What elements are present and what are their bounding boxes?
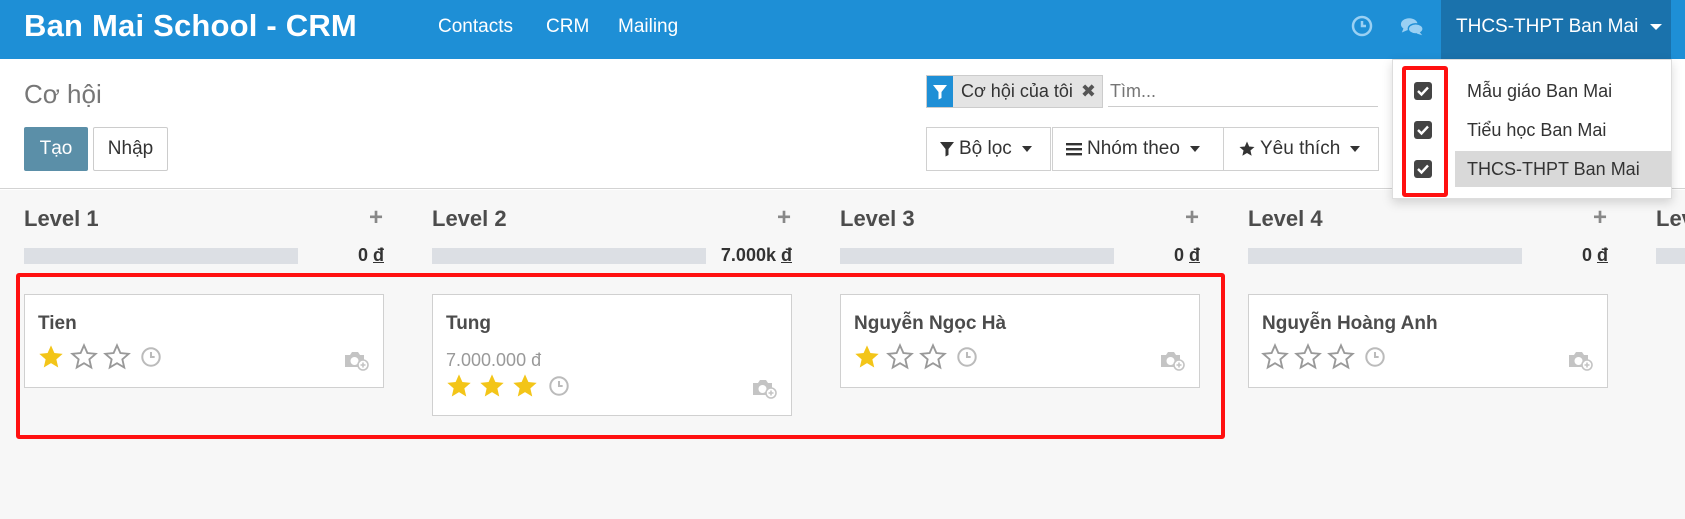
filters-label: Bộ lọc — [959, 138, 1012, 159]
search-input[interactable] — [1108, 77, 1378, 107]
column-total: 0 đ — [1524, 245, 1608, 266]
import-button[interactable]: Nhập — [93, 127, 168, 171]
star-icon — [1239, 141, 1255, 156]
progress-bar[interactable] — [24, 248, 298, 264]
star-empty-icon[interactable] — [1261, 343, 1289, 371]
activity-clock-icon[interactable] — [956, 346, 978, 368]
card-name: Nguyễn Ngọc Hà — [854, 313, 1007, 334]
kanban-card[interactable]: Nguyễn Ngọc Hà — [840, 294, 1200, 388]
column-title: Level 1 — [24, 206, 99, 231]
remove-facet-icon[interactable]: ✖ — [1081, 76, 1096, 107]
chevron-down-icon — [1650, 23, 1663, 30]
card-name: Tung — [446, 313, 492, 334]
star-empty-icon[interactable] — [1327, 343, 1355, 371]
camera-icon[interactable] — [343, 349, 369, 371]
star-empty-icon[interactable] — [919, 343, 947, 371]
currency-label: đ — [1597, 245, 1608, 265]
nav-contacts[interactable]: Contacts — [438, 16, 513, 38]
column-total-value: 0 — [357, 245, 368, 265]
clock-icon[interactable] — [1350, 14, 1374, 38]
star-empty-icon[interactable] — [70, 343, 98, 371]
filters-dropdown-button[interactable]: Bộ lọc — [926, 127, 1051, 171]
column-total: 0 đ — [1116, 245, 1200, 266]
column-total-value: 7.000k — [720, 245, 776, 265]
kanban-card[interactable]: Tien — [24, 294, 384, 388]
card-name: Tien — [38, 313, 77, 334]
column-title: Level 2 — [432, 206, 507, 231]
favorites-dropdown-button[interactable]: Yêu thích — [1223, 127, 1379, 171]
activity-clock-icon[interactable] — [548, 375, 570, 397]
progress-bar[interactable] — [840, 248, 1114, 264]
column-title: Lev — [1656, 206, 1685, 231]
company-item-tieu-hoc[interactable]: Tiểu học Ban Mai — [1455, 112, 1671, 148]
groupby-dropdown-button[interactable]: Nhóm theo — [1052, 127, 1224, 171]
priority-stars[interactable] — [853, 343, 978, 371]
column-title: Level 4 — [1248, 206, 1323, 231]
camera-icon[interactable] — [1567, 349, 1593, 371]
card-name: Nguyễn Hoàng Anh — [1262, 313, 1438, 334]
activity-clock-icon[interactable] — [1364, 346, 1386, 368]
company-dropdown-menu: Mẫu giáo Ban Mai Tiểu học Ban Mai THCS-T… — [1392, 59, 1672, 199]
column-total: 7.000k đ — [700, 245, 792, 266]
column-total-value: 0 — [1173, 245, 1184, 265]
currency-label: đ — [1189, 245, 1200, 265]
nav-mailing[interactable]: Mailing — [618, 16, 678, 38]
kanban-card[interactable]: Nguyễn Hoàng Anh — [1248, 294, 1608, 388]
chat-icon[interactable] — [1400, 15, 1424, 39]
star-filled-icon[interactable] — [445, 372, 473, 400]
search-facet-value: Cơ hội của tôi ✖ — [953, 76, 1102, 107]
add-card-icon[interactable]: + — [369, 204, 383, 232]
nav-crm[interactable]: CRM — [546, 16, 589, 38]
checkbox-checked-icon[interactable] — [1414, 121, 1432, 139]
star-filled-icon[interactable] — [511, 372, 539, 400]
filter-icon — [940, 142, 954, 157]
star-filled-icon[interactable] — [37, 343, 65, 371]
top-navbar: Ban Mai School - CRM Contacts CRM Mailin… — [0, 0, 1685, 59]
activity-clock-icon[interactable] — [140, 346, 162, 368]
currency-label: đ — [373, 245, 384, 265]
progress-bar[interactable] — [1656, 248, 1685, 264]
star-empty-icon[interactable] — [103, 343, 131, 371]
chevron-down-icon — [1350, 146, 1361, 152]
company-switcher-label: THCS-THPT Ban Mai — [1456, 16, 1639, 37]
camera-icon[interactable] — [1159, 349, 1185, 371]
star-filled-icon[interactable] — [478, 372, 506, 400]
column-total-value: 0 — [1581, 245, 1592, 265]
column-total: 0 đ — [300, 245, 384, 266]
progress-bar[interactable] — [1248, 248, 1522, 264]
page-title: Cơ hội — [24, 79, 102, 109]
checkbox-checked-icon[interactable] — [1414, 160, 1432, 178]
filter-icon — [927, 76, 953, 107]
currency-label: đ — [781, 245, 792, 265]
star-empty-icon[interactable] — [1294, 343, 1322, 371]
kanban-card[interactable]: Tung 7.000.000 đ — [432, 294, 792, 416]
search-facet-label: Cơ hội của tôi — [961, 81, 1073, 101]
card-amount: 7.000.000 đ — [446, 350, 542, 370]
checkbox-checked-icon[interactable] — [1414, 82, 1432, 100]
company-item-thcs-thpt[interactable]: THCS-THPT Ban Mai — [1455, 151, 1671, 187]
search-facet: Cơ hội của tôi ✖ — [926, 75, 1103, 108]
progress-bar[interactable] — [432, 248, 706, 264]
create-button[interactable]: Tạo — [24, 127, 88, 171]
add-card-icon[interactable]: + — [1185, 204, 1199, 232]
camera-icon[interactable] — [751, 377, 777, 399]
favorites-label: Yêu thích — [1260, 138, 1341, 159]
add-card-icon[interactable]: + — [1593, 204, 1607, 232]
kanban-board: Level 1 + 0 đ Tien Level 2 + 7.000k đ Tu… — [0, 190, 1685, 519]
add-card-icon[interactable]: + — [777, 204, 791, 232]
company-item-mau-giao[interactable]: Mẫu giáo Ban Mai — [1455, 73, 1671, 109]
star-filled-icon[interactable] — [853, 343, 881, 371]
bars-icon — [1066, 143, 1082, 156]
priority-stars[interactable] — [445, 372, 570, 400]
company-switcher[interactable]: THCS-THPT Ban Mai — [1441, 0, 1671, 59]
app-brand[interactable]: Ban Mai School - CRM — [24, 8, 357, 44]
groupby-label: Nhóm theo — [1087, 138, 1180, 159]
chevron-down-icon — [1189, 146, 1200, 152]
priority-stars[interactable] — [1261, 343, 1386, 371]
priority-stars[interactable] — [37, 343, 162, 371]
column-title: Level 3 — [840, 206, 915, 231]
chevron-down-icon — [1021, 146, 1032, 152]
star-empty-icon[interactable] — [886, 343, 914, 371]
